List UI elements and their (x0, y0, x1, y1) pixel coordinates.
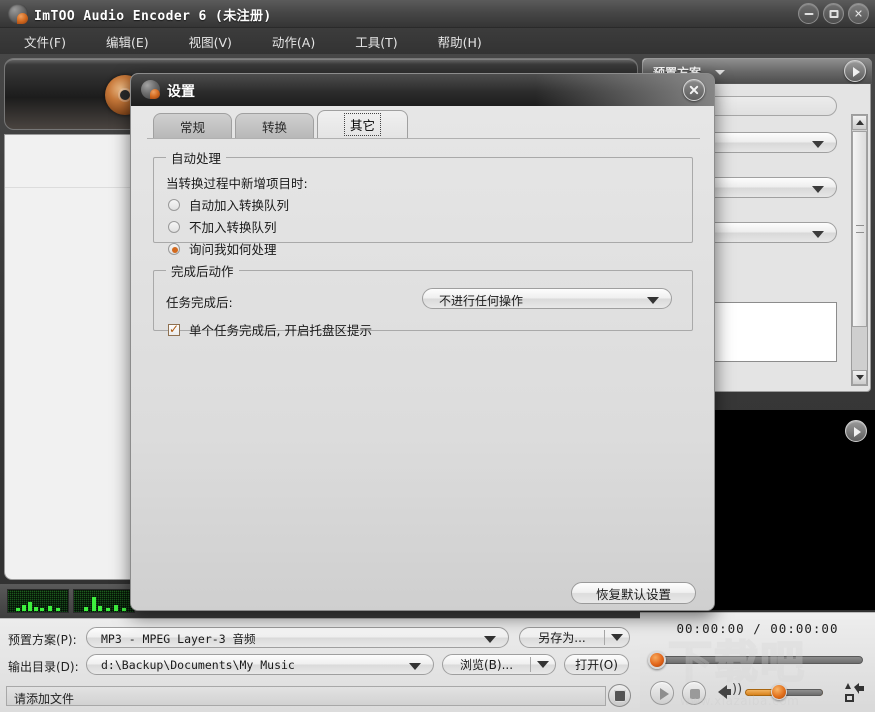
minimize-button[interactable] (798, 3, 819, 24)
close-button[interactable]: ✕ (848, 3, 869, 24)
output-dir-label: 输出目录(D): (8, 660, 79, 674)
status-bar: 请添加文件 (6, 686, 606, 706)
scroll-down-arrow-icon[interactable] (852, 370, 867, 385)
window-title: ImTOO Audio Encoder 6 (未注册) (34, 9, 272, 24)
dialog-title: 设置 (167, 84, 195, 100)
tray-tip-checkbox-row[interactable]: 单个任务完成后, 开启托盘区提示 (168, 320, 372, 339)
radio-auto-add-icon[interactable] (168, 198, 180, 211)
menu-file[interactable]: 文件(F) (24, 32, 66, 51)
output-dir-combo[interactable]: d:\Backup\Documents\My Music (86, 654, 434, 675)
dialog-app-icon (141, 80, 160, 99)
application-window: ImTOO Audio Encoder 6 (未注册) ✕ 文件(F) 编辑(E… (0, 0, 875, 712)
browse-split-button[interactable]: 浏览(B)... (442, 654, 556, 675)
tab-general-label: 常规 (180, 119, 206, 135)
dialog-body: 常规 转换 其它 自动处理 当转换过程中新增项目时: 自动加入转换队列 不加入转… (131, 106, 714, 610)
auto-processing-group: 自动处理 当转换过程中新增项目时: 自动加入转换队列 不加入转换队列 询问我如何… (153, 148, 693, 257)
output-dir-value: d:\Backup\Documents\My Music (101, 658, 295, 672)
radio-no-add-icon[interactable] (168, 220, 180, 233)
panel-collapse-arrow-icon[interactable] (844, 60, 866, 82)
tabs-underline (147, 138, 700, 139)
snapshot-icon[interactable] (843, 681, 867, 703)
browse-label: 浏览(B)... (459, 658, 514, 672)
save-as-split-button[interactable]: 另存为... (519, 627, 630, 648)
tab-convert-label: 转换 (262, 119, 288, 135)
preview-expand-arrow-icon[interactable] (845, 420, 867, 442)
radio-no-add-label: 不加入转换队列 (189, 220, 277, 235)
radio-ask-row[interactable]: 询问我如何处理 (168, 239, 277, 258)
volume-slider-knob[interactable] (771, 684, 787, 700)
radio-ask-icon[interactable] (168, 242, 180, 255)
dialog-title-bar (131, 74, 714, 106)
radio-auto-add-label: 自动加入转换队列 (189, 198, 290, 213)
speaker-icon[interactable] (718, 685, 731, 699)
menu-action[interactable]: 动作(A) (272, 32, 315, 51)
open-button[interactable]: 打开(O) (564, 654, 629, 675)
after-finish-group: 完成后动作 任务完成后: 不进行任何操作 单个任务完成后, 开启托盘区提示 (153, 261, 693, 338)
tab-other-label: 其它 (344, 113, 382, 136)
preset-panel-scrollbar[interactable] (851, 114, 868, 386)
vu-meter-right (73, 589, 135, 613)
app-logo-icon (8, 4, 28, 24)
dialog-close-icon[interactable] (683, 79, 705, 101)
tray-tip-checkbox-icon[interactable] (168, 322, 180, 336)
window-controls: ✕ (798, 3, 869, 24)
auto-processing-prompt: 当转换过程中新增项目时: (166, 176, 308, 191)
vu-meter-left (7, 589, 69, 613)
dialog-tabs: 常规 转换 其它 (153, 110, 411, 138)
scrollbar-thumb[interactable] (852, 131, 867, 327)
after-finish-label: 任务完成后: (166, 295, 233, 310)
radio-ask-label: 询问我如何处理 (189, 242, 277, 257)
menu-help[interactable]: 帮助(H) (438, 32, 482, 51)
tab-other[interactable]: 其它 (317, 110, 409, 138)
after-finish-combo-value: 不进行任何操作 (439, 294, 524, 308)
preset-combo[interactable]: MP3 - MPEG Layer-3 音频 (86, 627, 509, 648)
stop-button[interactable] (682, 681, 706, 705)
auto-processing-legend: 自动处理 (171, 151, 222, 166)
save-as-label: 另存为... (538, 631, 586, 645)
menu-bar: 文件(F) 编辑(E) 视图(V) 动作(A) 工具(T) 帮助(H) (0, 28, 875, 54)
after-finish-legend: 完成后动作 (171, 264, 234, 279)
maximize-button[interactable] (823, 3, 844, 24)
preset-label: 预置方案(P): (8, 633, 77, 647)
tab-general[interactable]: 常规 (153, 113, 233, 138)
restore-defaults-button[interactable]: 恢复默认设置 (571, 582, 696, 604)
settings-dialog: 设置 常规 转换 其它 自动处理 当转换过程中新增项目时: 自动加入转换队列 不… (130, 73, 715, 611)
menu-tools[interactable]: 工具(T) (355, 32, 397, 51)
menu-edit[interactable]: 编辑(E) (106, 32, 149, 51)
radio-auto-add-row[interactable]: 自动加入转换队列 (168, 195, 289, 214)
radio-no-add-row[interactable]: 不加入转换队列 (168, 217, 277, 236)
menu-view[interactable]: 视图(V) (189, 32, 232, 51)
status-panel-toggle-icon[interactable] (608, 684, 631, 707)
speaker-waves-icon: )) (732, 682, 743, 697)
browse-dropdown-arrow-icon[interactable] (531, 661, 555, 668)
play-button[interactable] (650, 681, 674, 705)
tray-tip-checkbox-label: 单个任务完成后, 开启托盘区提示 (189, 323, 372, 338)
title-bar: ImTOO Audio Encoder 6 (未注册) ✕ (0, 0, 875, 28)
tab-convert[interactable]: 转换 (235, 113, 315, 138)
preset-combo-value: MP3 - MPEG Layer-3 音频 (101, 632, 256, 646)
status-text: 请添加文件 (14, 692, 75, 706)
player-controls: 00:00:00 / 00:00:00 )) (640, 612, 875, 712)
chevron-down-icon[interactable] (715, 70, 725, 75)
scroll-up-arrow-icon[interactable] (852, 115, 867, 130)
playback-time: 00:00:00 / 00:00:00 (676, 621, 839, 636)
seek-slider-track[interactable] (660, 656, 863, 664)
save-as-dropdown-arrow-icon[interactable] (605, 634, 629, 641)
after-finish-combo[interactable]: 不进行任何操作 (422, 288, 672, 309)
seek-slider-knob[interactable] (648, 651, 666, 669)
